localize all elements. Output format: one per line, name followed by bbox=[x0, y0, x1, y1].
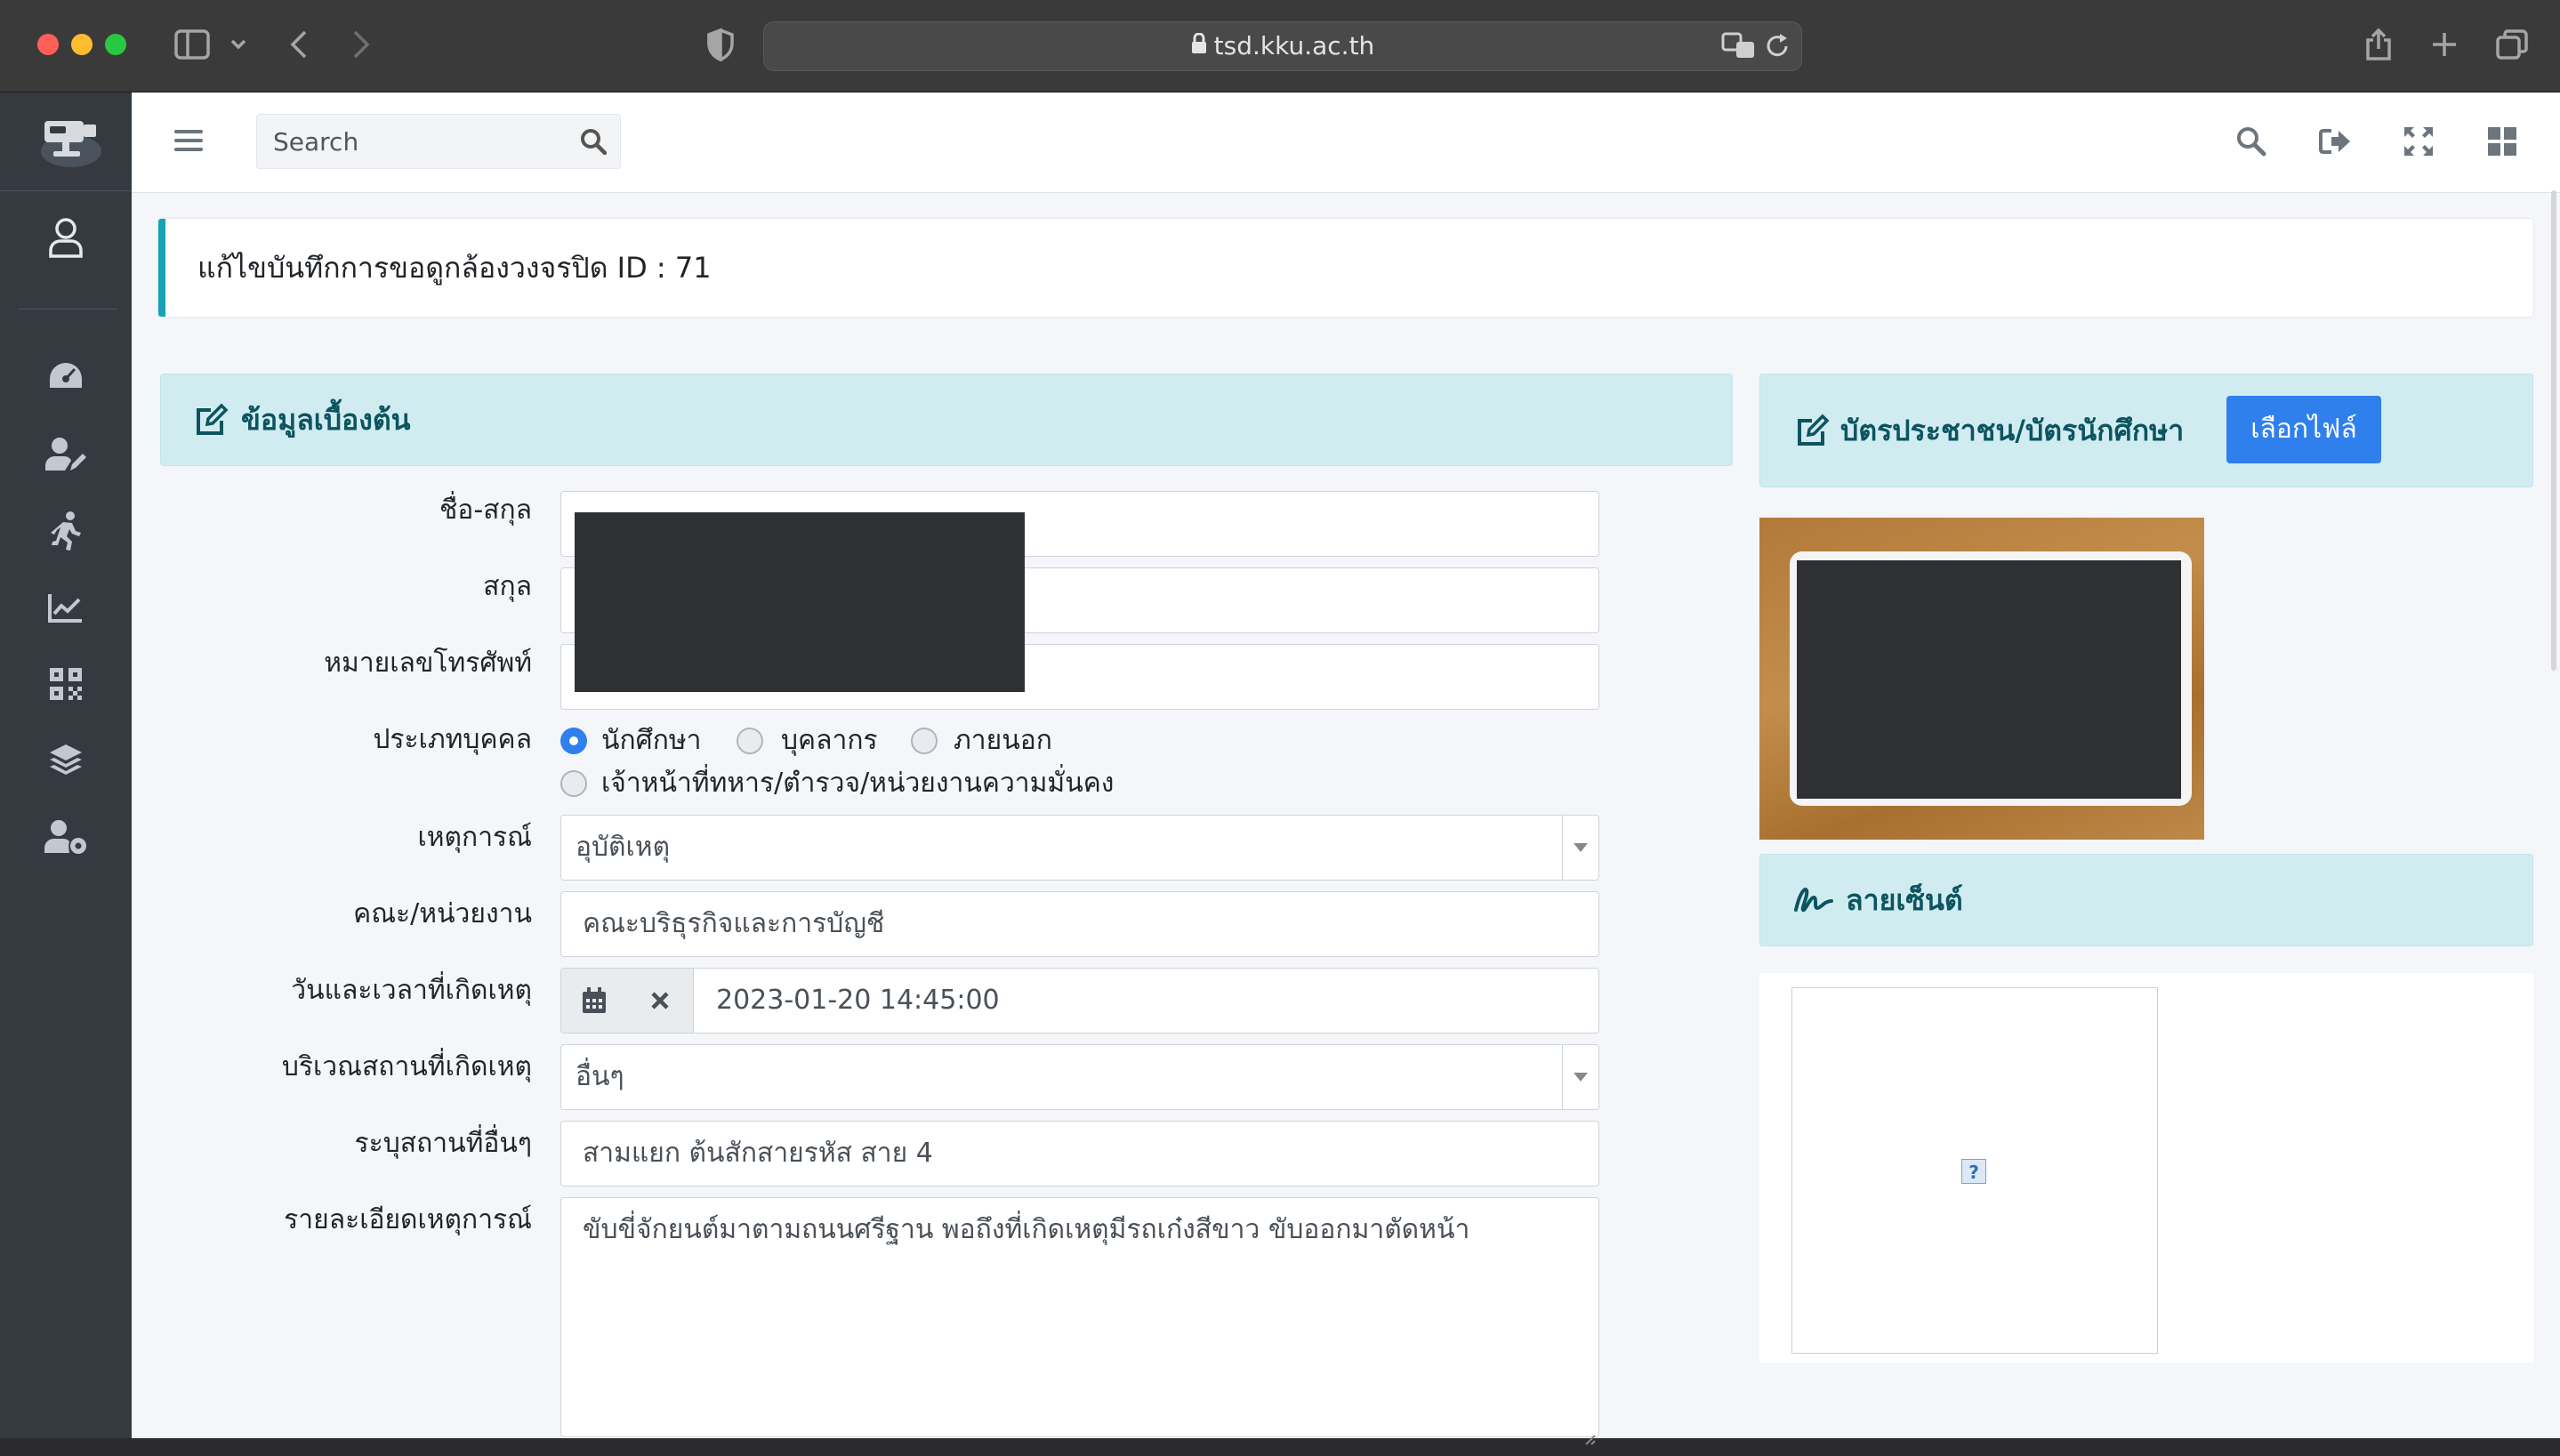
translate-icon[interactable] bbox=[1721, 31, 1757, 61]
label-faculty: คณะ/หน่วยงาน bbox=[353, 898, 532, 929]
details-textarea[interactable]: ขับขี่จักยนต์มาตามถนนศรีฐาน พอถึงที่เกิด… bbox=[560, 1197, 1599, 1445]
signature-title: ลายเซ็นต์ bbox=[1846, 883, 1963, 917]
resize-handle-icon[interactable] bbox=[1582, 1420, 1597, 1445]
reload-icon[interactable] bbox=[1764, 33, 1791, 60]
chart-line-icon[interactable] bbox=[39, 587, 93, 628]
apps-grid-icon[interactable] bbox=[2480, 119, 2524, 164]
logout-icon[interactable] bbox=[2313, 119, 2357, 164]
location-select[interactable]: อื่นๆ bbox=[560, 1044, 1599, 1110]
radio-staff[interactable] bbox=[737, 728, 763, 754]
event-select[interactable]: อุบัติเหตุ bbox=[560, 815, 1599, 881]
url-text: tsd.kku.ac.th bbox=[1213, 31, 1375, 60]
top-navbar bbox=[132, 93, 2560, 193]
lock-icon bbox=[1191, 22, 1207, 70]
event-selected-value: อุบัติเหตุ bbox=[576, 832, 671, 863]
label-details: รายละเอียดเหตุการณ์ bbox=[284, 1204, 532, 1235]
radio-student-label: นักศึกษา bbox=[601, 725, 702, 756]
close-window-button[interactable] bbox=[37, 34, 59, 55]
tab-overview-icon[interactable] bbox=[2491, 23, 2533, 66]
broken-image-icon: ? bbox=[1961, 1159, 1986, 1184]
label-location: บริเวณสถานที่เกิดเหตุ bbox=[281, 1051, 532, 1082]
id-card-title: บัตรประชาชน/บัตรนักศึกษา bbox=[1840, 414, 2185, 447]
privacy-shield-icon[interactable] bbox=[699, 23, 742, 66]
back-icon[interactable] bbox=[278, 23, 320, 66]
address-bar[interactable]: tsd.kku.ac.th bbox=[763, 21, 1802, 71]
label-datetime: วันและเวลาที่เกิดเหตุ bbox=[291, 975, 532, 1006]
new-tab-icon[interactable] bbox=[2423, 23, 2466, 66]
choose-file-button[interactable]: เลือกไฟล์ bbox=[2226, 396, 2381, 463]
navbar-search bbox=[256, 114, 621, 169]
label-event: เหตุการณ์ bbox=[417, 822, 532, 853]
page-title: แก้ไขบันทึกการขอดูกล้องวงจรปิด ID : 71 bbox=[197, 251, 712, 285]
radio-security[interactable] bbox=[560, 770, 587, 797]
datetime-value[interactable]: 2023-01-20 14:45:00 bbox=[716, 969, 1000, 1033]
redacted-id-card bbox=[1797, 560, 2181, 799]
label-person-type: ประเภทบุคคล bbox=[373, 724, 532, 755]
user-profile-icon[interactable] bbox=[39, 217, 93, 258]
browser-chrome: tsd.kku.ac.th bbox=[0, 0, 2560, 93]
clear-x-icon[interactable] bbox=[627, 969, 694, 1033]
menu-toggle-icon[interactable] bbox=[171, 125, 206, 160]
minimize-window-button[interactable] bbox=[71, 34, 93, 55]
forward-icon[interactable] bbox=[340, 23, 382, 66]
location-selected-value: อื่นๆ bbox=[576, 1061, 624, 1092]
qrcode-icon[interactable] bbox=[39, 664, 93, 704]
sidebar-divider bbox=[0, 190, 132, 191]
app-sidebar bbox=[0, 93, 132, 1438]
layers-icon[interactable] bbox=[39, 740, 93, 781]
radio-staff-label: บุคลากร bbox=[781, 725, 878, 756]
cctv-logo-icon[interactable] bbox=[37, 112, 105, 171]
id-card-photo bbox=[1759, 518, 2204, 840]
signature-image: ? bbox=[1791, 987, 2158, 1354]
zoom-window-button[interactable] bbox=[105, 34, 126, 55]
other-location-field[interactable]: สามแยก ต้นสักสายรหัส สาย 4 bbox=[560, 1121, 1599, 1187]
share-icon[interactable] bbox=[2357, 23, 2400, 66]
user-edit-icon[interactable] bbox=[39, 434, 93, 475]
faculty-field[interactable]: คณะบริธุรกิจและการบัญชี bbox=[560, 891, 1599, 957]
running-person-icon[interactable] bbox=[39, 511, 93, 551]
edit-icon bbox=[1796, 414, 1830, 454]
label-phone: หมายเลขโทรศัพท์ bbox=[324, 648, 532, 679]
sidebar-divider bbox=[18, 309, 117, 310]
redacted-personal-info bbox=[575, 512, 1025, 692]
id-card-frame bbox=[1790, 551, 2192, 806]
chevron-down-icon[interactable] bbox=[222, 23, 254, 66]
dashboard-gauge-icon[interactable] bbox=[39, 356, 93, 397]
user-settings-icon[interactable] bbox=[39, 816, 93, 857]
caret-down-icon bbox=[1562, 816, 1598, 880]
other-location-value: สามแยก ต้นสักสายรหัส สาย 4 bbox=[583, 1138, 933, 1169]
signature-header: ลายเซ็นต์ bbox=[1759, 854, 2533, 946]
radio-outsider-label: ภายนอก bbox=[954, 725, 1052, 756]
radio-security-label: เจ้าหน้าที่ทหาร/ตำรวจ/หน่วยงานความมั่นคง bbox=[601, 768, 1115, 799]
edit-icon bbox=[195, 403, 229, 444]
label-other-location: ระบุสถานที่อื่นๆ bbox=[354, 1128, 532, 1159]
datetime-input-group: 2023-01-20 14:45:00 bbox=[560, 968, 1599, 1034]
search-icon[interactable] bbox=[2229, 119, 2274, 164]
sidebar-toggle-icon[interactable] bbox=[171, 23, 213, 66]
label-fullname: ชื่อ-สกุล bbox=[439, 495, 532, 526]
details-value: ขับขี่จักยนต์มาตามถนนศรีฐาน พอถึงที่เกิด… bbox=[583, 1214, 1470, 1245]
signature-icon bbox=[1794, 885, 1833, 922]
search-input[interactable] bbox=[257, 115, 559, 168]
search-icon[interactable] bbox=[572, 120, 615, 163]
calendar-icon[interactable] bbox=[561, 969, 628, 1033]
page-header-card: แก้ไขบันทึกการขอดูกล้องวงจรปิด ID : 71 bbox=[158, 219, 2533, 317]
label-surname: สกุล bbox=[483, 571, 532, 602]
radio-student[interactable] bbox=[560, 728, 587, 754]
fullscreen-icon[interactable] bbox=[2396, 119, 2441, 164]
basic-info-header: ข้อมูลเบื้องต้น bbox=[160, 374, 1733, 466]
basic-info-title: ข้อมูลเบื้องต้น bbox=[241, 403, 411, 437]
radio-outsider[interactable] bbox=[911, 728, 938, 754]
caret-down-icon bbox=[1562, 1045, 1598, 1109]
id-card-header: บัตรประชาชน/บัตรนักศึกษา เลือกไฟล์ bbox=[1759, 374, 2533, 487]
faculty-value: คณะบริธุรกิจและการบัญชี bbox=[583, 908, 885, 939]
main-content: แก้ไขบันทึกการขอดูกล้องวงจรปิด ID : 71 ข… bbox=[132, 93, 2560, 1445]
signature-card: ? bbox=[1759, 973, 2533, 1363]
page-scrollbar[interactable] bbox=[2548, 93, 2560, 1438]
